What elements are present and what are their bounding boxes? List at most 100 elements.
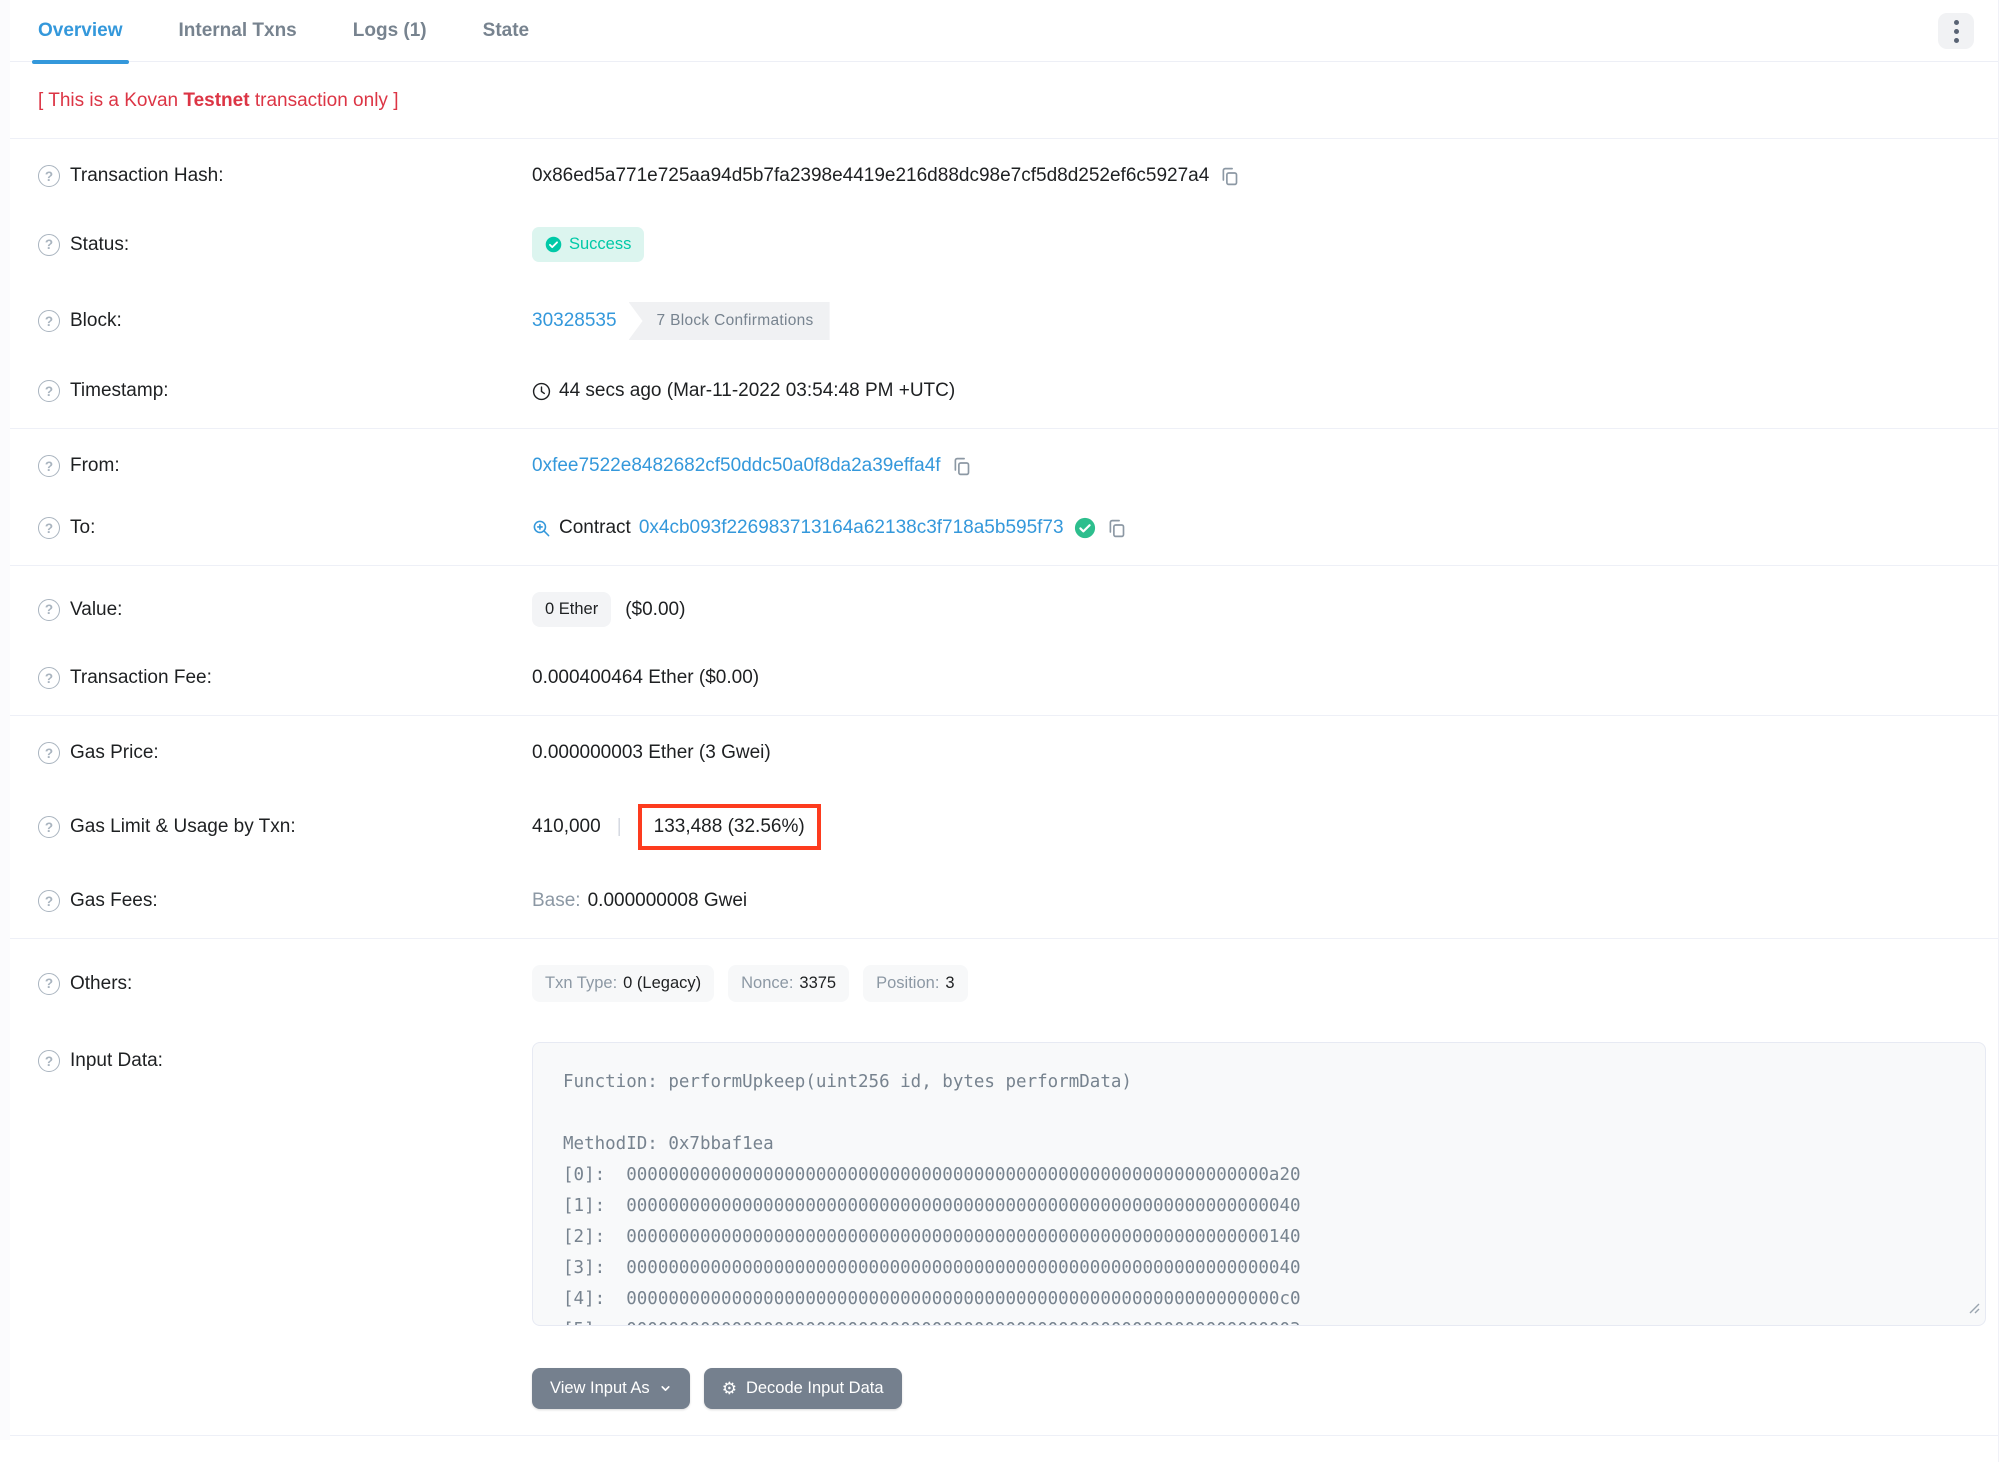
block-number-link[interactable]: 30328535 xyxy=(532,310,617,332)
base-fee-label: Base: xyxy=(532,890,581,911)
contract-word: Contract xyxy=(559,517,631,538)
help-icon[interactable]: ? xyxy=(38,742,60,764)
to-contract-address-link[interactable]: 0x4cb093f226983713164a62138c3f718a5b595f… xyxy=(639,517,1064,539)
label-text: Gas Fees: xyxy=(70,890,158,911)
gas-price-value: 0.000000003 Ether (3 Gwei) xyxy=(532,742,771,763)
row-input-data: ? Input Data: Function: performUpkeep(ui… xyxy=(38,1022,1986,1346)
nonce-badge: Nonce: 3375 xyxy=(728,965,850,1002)
copy-icon[interactable] xyxy=(1219,166,1240,187)
row-transaction-hash: ? Transaction Hash: 0x86ed5a771e725aa94d… xyxy=(38,145,1970,207)
gears-icon: ⚙ xyxy=(721,1379,737,1398)
tab-logs[interactable]: Logs (1) xyxy=(353,0,427,62)
transaction-hash-value: 0x86ed5a771e725aa94d5b7fa2398e4419e216d8… xyxy=(532,165,1210,186)
row-label: ? Block: xyxy=(38,310,532,332)
label-text: From: xyxy=(70,455,120,476)
label-text: Transaction Hash: xyxy=(70,165,224,186)
help-icon[interactable]: ? xyxy=(38,310,60,332)
label-text: Transaction Fee: xyxy=(70,667,212,688)
badge-key: Txn Type: xyxy=(545,974,618,992)
transaction-fee-value: 0.000400464 Ether ($0.00) xyxy=(532,667,760,688)
label-text: To: xyxy=(70,517,96,538)
row-transaction-fee: ? Transaction Fee: 0.000400464 Ether ($0… xyxy=(38,647,1970,709)
row-label: ? Timestamp: xyxy=(38,380,532,402)
help-icon[interactable]: ? xyxy=(38,233,60,256)
row-gas-fees: ? Gas Fees: Base: 0.000000008 Gwei xyxy=(38,870,1970,932)
help-icon[interactable]: ? xyxy=(38,972,60,995)
testnet-notice: [ This is a Kovan Testnet transaction on… xyxy=(10,62,1998,138)
verified-check-icon xyxy=(1074,517,1096,539)
help-icon[interactable]: ? xyxy=(38,165,60,187)
row-label: ? Input Data: xyxy=(38,1042,532,1072)
help-icon[interactable]: ? xyxy=(38,598,60,621)
row-from: ? From: 0xfee7522e8482682cf50ddc50a0f8da… xyxy=(38,435,1970,497)
input-data-text: Function: performUpkeep(uint256 id, byte… xyxy=(563,1072,1301,1325)
kebab-dot xyxy=(1953,19,1959,25)
help-icon[interactable]: ? xyxy=(38,517,60,539)
row-label: ? Value: xyxy=(38,598,532,621)
label-text: Timestamp: xyxy=(70,380,169,401)
tab-state[interactable]: State xyxy=(483,0,529,62)
view-input-as-label: View Input As xyxy=(550,1379,650,1397)
row-label: ? Transaction Hash: xyxy=(38,165,532,187)
txn-type-badge: Txn Type: 0 (Legacy) xyxy=(532,965,715,1002)
row-to: ? To: Contract 0x4cb093f226983713164a621… xyxy=(38,497,1970,559)
clock-icon xyxy=(532,382,551,401)
row-label: ? Gas Price: xyxy=(38,742,532,764)
from-address-link[interactable]: 0xfee7522e8482682cf50ddc50a0f8da2a39effa… xyxy=(532,455,941,477)
help-icon[interactable]: ? xyxy=(38,816,60,838)
row-label: ? Others: xyxy=(38,972,532,995)
help-icon[interactable]: ? xyxy=(38,455,60,477)
row-label: ? Gas Limit & Usage by Txn: xyxy=(38,816,532,838)
row-status: ? Status: Success xyxy=(38,207,1970,282)
block-confirmations-badge: 7 Block Confirmations xyxy=(628,302,830,340)
label-text: Block: xyxy=(70,310,122,331)
copy-icon[interactable] xyxy=(1106,518,1127,539)
resize-handle-icon[interactable] xyxy=(1967,1299,1981,1321)
badge-key: Nonce: xyxy=(741,974,794,992)
copy-icon[interactable] xyxy=(951,456,972,477)
help-icon[interactable]: ? xyxy=(38,890,60,912)
decode-input-data-button[interactable]: ⚙ Decode Input Data xyxy=(703,1368,902,1409)
ether-value-badge: 0 Ether xyxy=(532,592,612,627)
label-text: Input Data: xyxy=(70,1050,163,1071)
more-options-button[interactable] xyxy=(1938,13,1974,49)
notice-bold: Testnet xyxy=(183,90,250,111)
notice-text: [ This is a Kovan xyxy=(38,90,184,111)
row-label: ? From: xyxy=(38,455,532,477)
row-label: ? To: xyxy=(38,517,532,539)
label-text: Gas Price: xyxy=(70,742,159,763)
timestamp-value: 44 secs ago (Mar-11-2022 03:54:48 PM +UT… xyxy=(559,380,956,401)
row-gas-price: ? Gas Price: 0.000000003 Ether (3 Gwei) xyxy=(38,722,1970,784)
pipe-separator: | xyxy=(616,816,622,837)
tab-internal-txns[interactable]: Internal Txns xyxy=(179,0,297,62)
gas-limit-value: 410,000 xyxy=(532,816,601,837)
transaction-overview-page: Overview Internal Txns Logs (1) State [ … xyxy=(10,0,1999,1462)
badge-value: 3 xyxy=(945,974,955,992)
tab-overview[interactable]: Overview xyxy=(32,0,128,64)
badge-value: 3375 xyxy=(799,974,837,992)
kebab-dot xyxy=(1953,28,1959,34)
label-text: Others: xyxy=(70,972,133,994)
magnifier-plus-icon[interactable] xyxy=(532,519,551,538)
help-icon[interactable]: ? xyxy=(38,667,60,689)
help-icon[interactable]: ? xyxy=(38,1050,60,1072)
label-text: Value: xyxy=(70,598,123,620)
badge-key: Position: xyxy=(876,974,940,992)
row-gas-limit-usage: ? Gas Limit & Usage by Txn: 410,000 | 13… xyxy=(38,784,1970,870)
input-data-actions: View Input As ⚙ Decode Input Data xyxy=(532,1368,1998,1435)
row-label: ? Status: xyxy=(38,233,532,256)
row-timestamp: ? Timestamp: 44 secs ago (Mar-11-2022 03… xyxy=(38,360,1970,422)
badge-value: 0 (Legacy) xyxy=(623,974,702,992)
label-text: Gas Limit & Usage by Txn: xyxy=(70,816,296,837)
label-text: Status: xyxy=(70,233,130,255)
row-others: ? Others: Txn Type: 0 (Legacy) Nonce: 33… xyxy=(38,945,1970,1022)
input-data-textarea[interactable]: Function: performUpkeep(uint256 id, byte… xyxy=(532,1042,1986,1326)
view-input-as-button[interactable]: View Input As xyxy=(532,1368,690,1409)
position-badge: Position: 3 xyxy=(863,965,968,1002)
status-badge: Success xyxy=(532,227,645,262)
help-icon[interactable]: ? xyxy=(38,380,60,402)
tab-bar: Overview Internal Txns Logs (1) State xyxy=(10,0,1998,64)
check-circle-icon xyxy=(545,236,562,253)
status-text: Success xyxy=(569,235,632,253)
gas-usage-value-highlighted: 133,488 (32.56%) xyxy=(637,804,821,850)
